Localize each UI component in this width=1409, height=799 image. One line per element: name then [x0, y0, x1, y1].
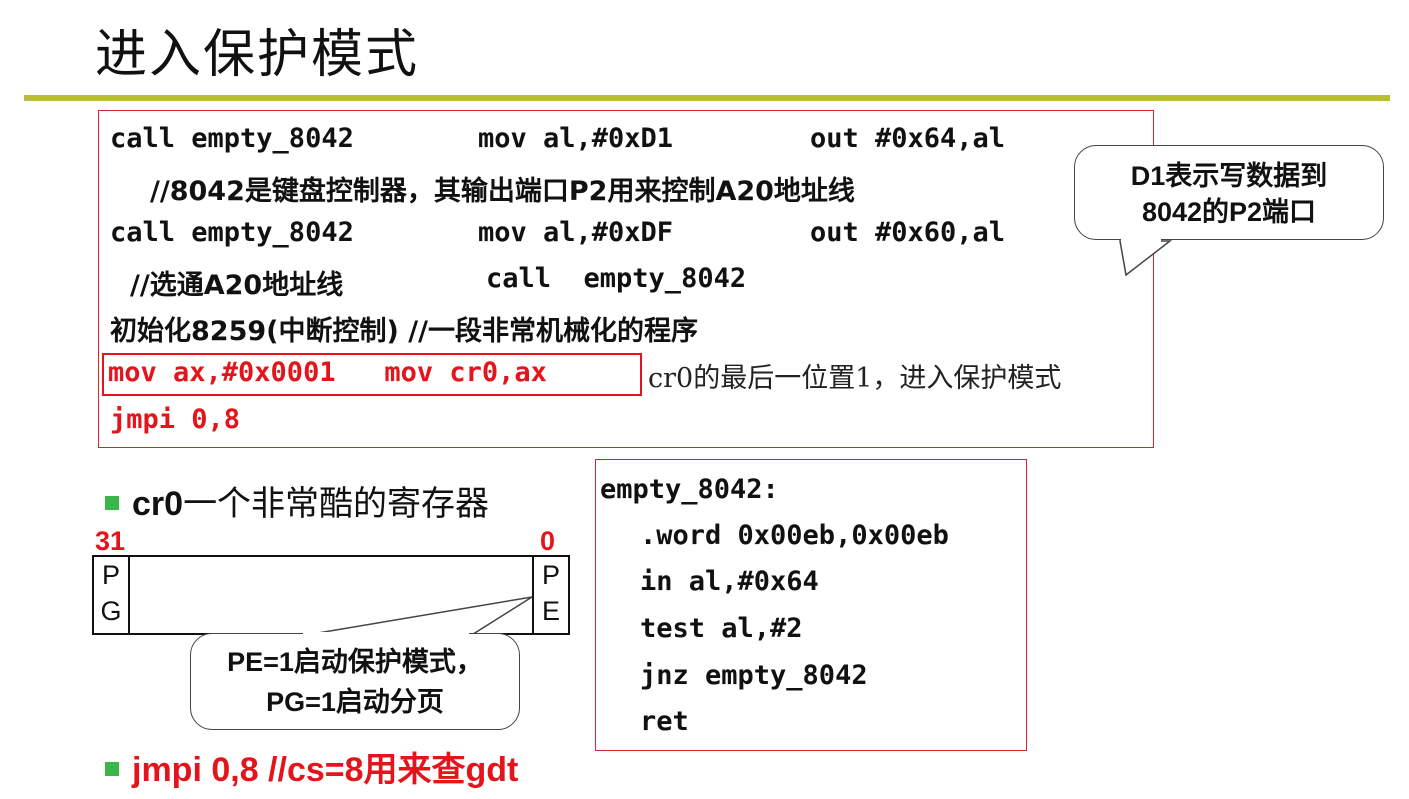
callout-pe-line1: PE=1启动保护模式，	[227, 647, 483, 677]
bullet-jmpi: jmpi 0,8 //cs=8用来查gdt	[132, 751, 519, 789]
bullet-marker-2	[105, 762, 119, 776]
callout-pe: PE=1启动保护模式， PG=1启动分页	[190, 633, 520, 730]
fn-label: empty_8042:	[600, 474, 779, 505]
fn-line-word: .word 0x00eb,0x00eb	[640, 520, 949, 551]
fn-line-in: in al,#0x64	[640, 566, 819, 597]
callout-pe-joint	[303, 632, 469, 636]
fn-line-ret: ret	[640, 706, 689, 737]
fn-line-jnz: jnz empty_8042	[640, 660, 868, 691]
callout-pe-line2: PG=1启动分页	[266, 687, 444, 717]
fn-line-test: test al,#2	[640, 613, 803, 644]
